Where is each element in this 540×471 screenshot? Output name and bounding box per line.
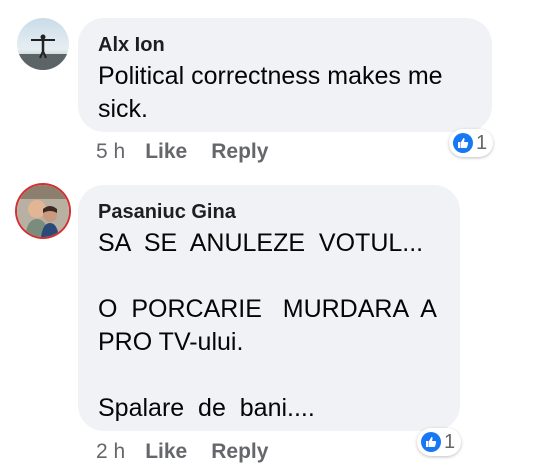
reaction-count-value: 1 — [444, 430, 456, 453]
reaction-count[interactable]: 1 — [449, 129, 494, 157]
comment-author[interactable]: Alx Ion — [98, 34, 165, 57]
like-button[interactable]: Like — [145, 140, 187, 164]
comment-text: SA SE ANULEZE VOTUL... O PORCARIE MURDAR… — [98, 229, 437, 422]
thumbs-up-icon — [421, 432, 441, 452]
avatar[interactable] — [17, 18, 69, 70]
like-button[interactable]: Like — [145, 440, 187, 464]
reply-button[interactable]: Reply — [211, 140, 268, 164]
reply-button[interactable]: Reply — [211, 440, 268, 464]
comment-meta: 2 h Like Reply — [96, 440, 292, 464]
reaction-count-value: 1 — [476, 131, 488, 154]
timestamp[interactable]: 2 h — [96, 440, 125, 464]
comment-author[interactable]: Pasaniuc Gina — [98, 201, 236, 224]
timestamp[interactable]: 5 h — [96, 140, 125, 164]
comment-meta: 5 h Like Reply — [96, 140, 292, 164]
thumbs-up-icon — [453, 133, 473, 153]
reaction-count[interactable]: 1 — [417, 428, 462, 456]
comment-text: Political correctness makes me sick. — [98, 62, 443, 123]
avatar[interactable] — [17, 185, 69, 237]
